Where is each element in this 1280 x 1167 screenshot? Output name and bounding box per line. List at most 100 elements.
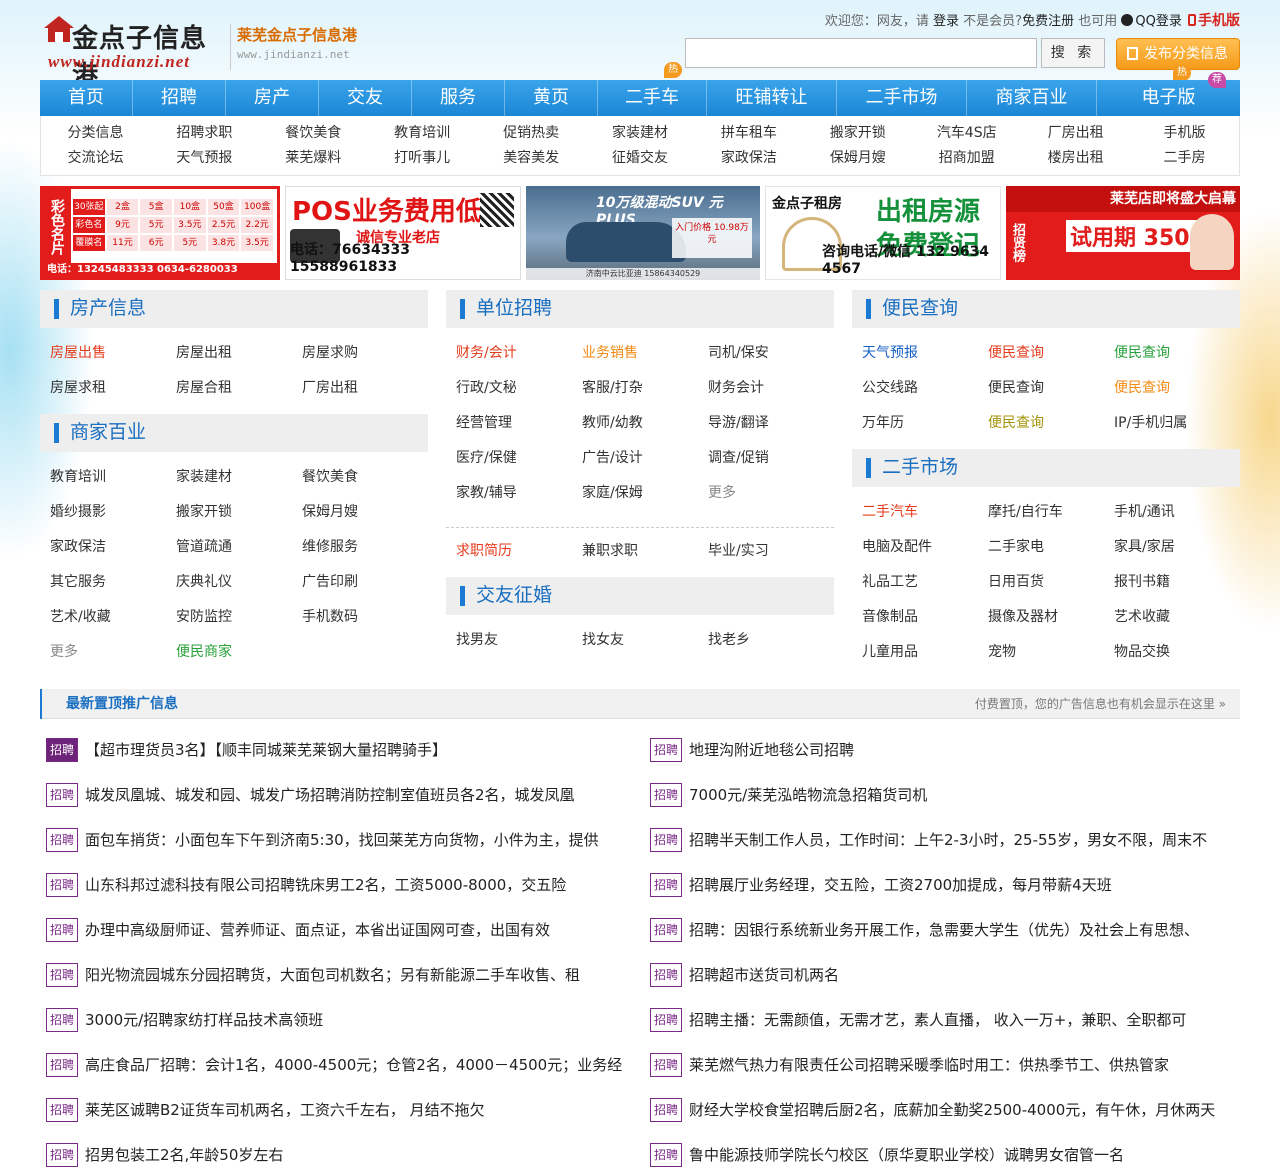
subnav-item[interactable]: 天气预报 xyxy=(150,146,259,171)
section-title[interactable]: 商家百业 xyxy=(70,414,146,452)
link-item[interactable]: 儿童用品 xyxy=(862,635,988,670)
banner-rental[interactable]: 金点子租房 出租房源 免费登记 咨询电话/微信 132 9634 4567 xyxy=(765,186,1001,280)
link-item[interactable]: 家具/家居 xyxy=(1114,530,1240,565)
link-item[interactable]: 广告印刷 xyxy=(302,565,428,600)
section-title[interactable]: 二手市场 xyxy=(882,449,958,487)
link-item[interactable]: 宠物 xyxy=(988,635,1114,670)
link-item[interactable]: 财务会计 xyxy=(708,371,834,406)
link-item[interactable]: 天气预报 xyxy=(862,336,988,371)
mobile-version-link[interactable]: 手机版 xyxy=(1198,13,1240,29)
link-item[interactable]: 广告/设计 xyxy=(582,441,708,476)
subnav-item[interactable]: 征婚交友 xyxy=(586,146,695,171)
link-item[interactable]: 教师/幼教 xyxy=(582,406,708,441)
link-item[interactable]: 家教/辅导 xyxy=(456,476,582,511)
list-item[interactable]: 招聘 莱芜燃气热力有限责任公司招聘采暖季临时用工：供热季节工、供热管家 xyxy=(650,1042,1240,1087)
link-item[interactable]: 财务/会计 xyxy=(456,336,582,371)
subnav-item[interactable]: 教育培训 xyxy=(368,121,477,146)
banner-jewelry[interactable]: 莱芜店即将盛大启幕 招贤榜 试用期 3500 xyxy=(1006,186,1240,280)
link-item[interactable]: 物品交换 xyxy=(1114,635,1240,670)
subnav-item[interactable]: 打听事儿 xyxy=(368,146,477,171)
link-item[interactable]: 手机/通讯 xyxy=(1114,495,1240,530)
subnav-item[interactable]: 餐饮美食 xyxy=(259,121,368,146)
register-link[interactable]: 免费注册 xyxy=(1022,14,1074,29)
link-item[interactable]: 报刊书籍 xyxy=(1114,565,1240,600)
link-item[interactable]: 二手汽车 xyxy=(862,495,988,530)
list-item[interactable]: 招聘 7000元/莱芜泓皓物流急招箱货司机 xyxy=(650,772,1240,817)
list-item[interactable]: 招聘 招聘：因银行系统新业务开展工作，急需要大学生（优先）及社会上有思想、 xyxy=(650,907,1240,952)
link-item[interactable]: 摩托/自行车 xyxy=(988,495,1114,530)
subnav-item[interactable]: 促销热卖 xyxy=(477,121,586,146)
subnav-item[interactable]: 二手房 xyxy=(1130,146,1239,171)
link-item[interactable]: 婚纱摄影 xyxy=(50,495,176,530)
link-item[interactable]: 便民查询 xyxy=(988,371,1114,406)
nav-e-edition[interactable]: 电子版荐 xyxy=(1097,72,1240,116)
list-item[interactable]: 招聘 城发凤凰城、城发和园、城发广场招聘消防控制室值班员各2名，城发凤凰 xyxy=(46,772,636,817)
list-item[interactable]: 招聘 【超市理货员3名】【顺丰同城莱芜莱钢大量招聘骑手】 xyxy=(46,727,636,772)
subnav-item[interactable]: 手机版 xyxy=(1130,121,1239,146)
link-item[interactable]: 保姆月嫂 xyxy=(302,495,428,530)
nav-used-cars[interactable]: 二手车 热 xyxy=(598,62,707,116)
link-item[interactable]: 房屋求租 xyxy=(50,371,176,406)
link-item[interactable]: 万年历 xyxy=(862,406,988,441)
nav-yellowpages[interactable]: 黄页 xyxy=(505,80,598,116)
link-item[interactable]: 家装建材 xyxy=(176,460,302,495)
list-item[interactable]: 招聘 3000元/招聘家纺打样品技术高领班 xyxy=(46,997,636,1042)
link-item[interactable]: 艺术收藏 xyxy=(1114,600,1240,635)
link-item[interactable]: 医疗/保健 xyxy=(456,441,582,476)
link-item[interactable]: 餐饮美食 xyxy=(302,460,428,495)
list-item[interactable]: 招聘 招男包装工2名,年龄50岁左右 xyxy=(46,1132,636,1167)
link-item[interactable]: 便民查询 xyxy=(988,406,1114,441)
subnav-item[interactable]: 保姆月嫂 xyxy=(803,146,912,171)
subnav-item[interactable]: 汽车4S店 xyxy=(912,121,1021,146)
list-item[interactable]: 招聘 阳光物流园城东分园招聘货，大面包司机数名；另有新能源二手车收售、租 xyxy=(46,952,636,997)
subnav-item[interactable]: 招聘求职 xyxy=(150,121,259,146)
search-input[interactable] xyxy=(685,38,1037,68)
subnav-item[interactable]: 交流论坛 xyxy=(41,146,150,171)
link-item[interactable]: 电脑及配件 xyxy=(862,530,988,565)
link-item[interactable]: 搬家开锁 xyxy=(176,495,302,530)
list-item[interactable]: 招聘 财经大学校食堂招聘后厨2名，底薪加全勤奖2500-4000元，有午休，月休两… xyxy=(650,1087,1240,1132)
banner-pos[interactable]: POS业务费用低 诚信专业老店 电话：76634333 15588961833 xyxy=(285,186,521,280)
subnav-item[interactable]: 家政保洁 xyxy=(694,146,803,171)
link-item[interactable]: 二手家电 xyxy=(988,530,1114,565)
link-item[interactable]: 房屋合租 xyxy=(176,371,302,406)
subnav-item[interactable]: 搬家开锁 xyxy=(803,121,912,146)
link-item[interactable]: 房屋出租 xyxy=(176,336,302,371)
section-title[interactable]: 单位招聘 xyxy=(476,290,552,328)
subnav-item[interactable]: 楼房出租 xyxy=(1021,146,1130,171)
link-item[interactable]: 找老乡 xyxy=(708,623,834,658)
link-item[interactable]: 找女友 xyxy=(582,623,708,658)
list-item[interactable]: 招聘 招聘半天制工作人员，工作时间：上午2-3小时，25-55岁，男女不限，周末不 xyxy=(650,817,1240,862)
link-item[interactable]: 公交线路 xyxy=(862,371,988,406)
nav-merchants[interactable]: 商家百业 xyxy=(967,80,1097,116)
link-item[interactable]: 业务销售 xyxy=(582,336,708,371)
link-item[interactable]: 兼职求职 xyxy=(582,534,708,569)
search-button[interactable]: 搜 索 xyxy=(1041,38,1105,68)
link-item[interactable]: 礼品工艺 xyxy=(862,565,988,600)
subnav-item[interactable]: 厂房出租 xyxy=(1021,121,1130,146)
link-item[interactable]: 客服/打杂 xyxy=(582,371,708,406)
link-item[interactable]: 其它服务 xyxy=(50,565,176,600)
section-title[interactable]: 房产信息 xyxy=(70,290,146,328)
list-item[interactable]: 招聘 地理沟附近地毯公司招聘 xyxy=(650,727,1240,772)
banner-car[interactable]: 10万级混动SUV 元PLUS 入门价格 10.98万元 济南中云比亚迪 158… xyxy=(526,186,760,280)
nav-dating[interactable]: 交友 xyxy=(319,80,412,116)
subnav-item[interactable]: 美容美发 xyxy=(477,146,586,171)
link-item[interactable]: 摄像及器材 xyxy=(988,600,1114,635)
link-item[interactable]: 房屋出售 xyxy=(50,336,176,371)
more-link[interactable]: 更多 xyxy=(50,635,176,670)
list-item[interactable]: 招聘 面包车捎货：小面包车下午到济南5:30，找回莱芜方向货物，小件为主，提供 xyxy=(46,817,636,862)
section-title[interactable]: 便民查询 xyxy=(882,290,958,328)
link-item[interactable]: 找男友 xyxy=(456,623,582,658)
link-item[interactable]: 行政/文秘 xyxy=(456,371,582,406)
link-item[interactable]: 便民商家 xyxy=(176,635,302,670)
list-item[interactable]: 招聘 山东科邦过滤科技有限公司招聘铣床男工2名，工资5000-8000，交五险 xyxy=(46,862,636,907)
link-item[interactable]: 日用百货 xyxy=(988,565,1114,600)
subnav-item[interactable]: 分类信息 xyxy=(41,121,150,146)
link-item[interactable]: 维修服务 xyxy=(302,530,428,565)
link-item[interactable]: 便民查询 xyxy=(988,336,1114,371)
subnav-item[interactable]: 拼车租车 xyxy=(694,121,803,146)
link-item[interactable]: 音像制品 xyxy=(862,600,988,635)
link-item[interactable]: 家庭/保姆 xyxy=(582,476,708,511)
nav-jobs[interactable]: 招聘 xyxy=(133,80,226,116)
